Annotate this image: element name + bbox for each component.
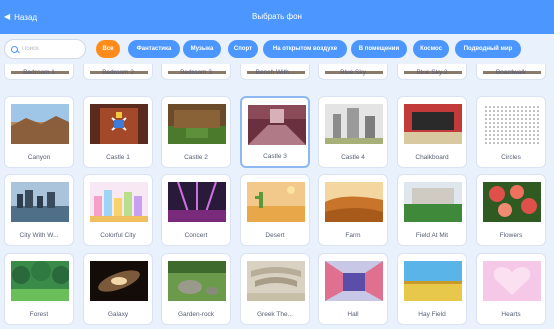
filter-tag-3[interactable]: Спорт <box>228 40 258 58</box>
backdrop-label: Desert <box>265 232 285 239</box>
city-thumbnail <box>11 182 69 222</box>
backdrop-card[interactable]: Hall <box>318 253 388 325</box>
backdrop-label: Castle 1 <box>106 154 130 161</box>
castle-1-thumbnail <box>90 104 148 144</box>
hearts-thumbnail <box>483 261 541 301</box>
field-thumbnail <box>404 182 462 222</box>
backdrop-label: Hall <box>347 311 359 318</box>
backdrop-card[interactable]: Colorful City <box>83 174 153 246</box>
backdrop-card[interactable]: Blue Sky <box>318 64 388 80</box>
backdrop-card[interactable]: Castle 4 <box>318 96 388 168</box>
chalkboard-thumbnail <box>404 104 462 144</box>
backdrop-card[interactable]: Hearts <box>476 253 546 325</box>
hall-thumbnail <box>325 261 383 301</box>
backdrop-card[interactable]: Castle 1 <box>83 96 153 168</box>
backdrop-card[interactable]: Circles <box>476 96 546 168</box>
backdrop-card[interactable]: Garden-rock <box>161 253 231 325</box>
backdrop-label: Boardwalk <box>495 69 527 76</box>
backdrop-label: Bedroom 3 <box>180 69 212 76</box>
backdrop-label: Forest <box>29 311 49 318</box>
circles-thumbnail <box>483 104 541 144</box>
backdrop-card[interactable]: Flowers <box>476 174 546 246</box>
backdrop-grid: Bedroom 1 Bedroom 2 Bedroom 3 Bench With...… <box>0 64 554 329</box>
backdrop-label: Flowers <box>499 232 523 239</box>
backdrop-card[interactable]: Bedroom 3 <box>161 64 231 80</box>
backdrop-label: Field At Mit <box>415 232 449 239</box>
castle-2-thumbnail <box>168 104 226 144</box>
garden-rock-thumbnail <box>168 261 226 301</box>
forest-thumbnail <box>11 261 69 301</box>
desert-thumbnail <box>247 182 305 222</box>
search-box[interactable] <box>4 39 86 59</box>
backdrop-card[interactable]: Bedroom 1 <box>4 64 74 80</box>
backdrop-card[interactable]: Desert <box>240 174 310 246</box>
filter-tag-0[interactable]: Все <box>96 40 120 58</box>
backdrop-label: Farm <box>345 232 361 239</box>
backdrop-label: Hay Field <box>418 311 446 318</box>
backdrop-label: Greek The... <box>256 311 293 318</box>
backdrop-label: Canyon <box>27 154 51 161</box>
backdrop-card[interactable]: Greek The... <box>240 253 310 325</box>
greek-theater-thumbnail <box>247 261 305 301</box>
backdrop-label: Castle 4 <box>341 154 365 161</box>
castle-3-thumbnail <box>248 105 306 145</box>
backdrop-card[interactable]: Chalkboard <box>397 96 467 168</box>
backdrop-card[interactable]: Concert <box>161 174 231 246</box>
backdrop-label: Castle 2 <box>184 154 208 161</box>
backdrop-card[interactable]: Castle 2 <box>161 96 231 168</box>
backdrop-card[interactable]: Castle 3 <box>240 96 310 168</box>
filter-tag-7[interactable]: Подводный мир <box>455 40 521 58</box>
backdrop-label: Blue Sky <box>340 69 366 76</box>
backdrop-label: Castle 3 <box>263 153 287 160</box>
backdrop-card[interactable]: City With W... <box>4 174 74 246</box>
colorful-city-thumbnail <box>90 182 148 222</box>
filter-bar: Все ФантастикаМузыка Спорт На открытом возд… <box>0 34 554 64</box>
backdrop-label: Colorful City <box>100 232 136 239</box>
header-bar: ◀ Назад Выбрать фон <box>0 0 554 34</box>
backdrop-card[interactable]: Blue Sky 2 <box>397 64 467 80</box>
canyon-thumbnail <box>11 104 69 144</box>
backdrop-card[interactable]: Bedroom 2 <box>83 64 153 80</box>
filter-tag-4[interactable]: На открытом воздухе <box>263 40 347 58</box>
backdrop-card[interactable]: Canyon <box>4 96 74 168</box>
filter-tag-6[interactable]: Космос <box>413 40 449 58</box>
backdrop-card[interactable]: Hay Field <box>397 253 467 325</box>
backdrop-card[interactable]: Field At Mit <box>397 174 467 246</box>
backdrop-label: Chalkboard <box>415 154 449 161</box>
backdrop-label: Hearts <box>501 311 521 318</box>
filter-tag-5[interactable]: В помещении <box>351 40 407 58</box>
backdrop-card[interactable]: Boardwalk <box>476 64 546 80</box>
backdrop-label: Bedroom 1 <box>23 69 55 76</box>
search-input[interactable] <box>22 46 77 52</box>
castle-4-thumbnail <box>325 104 383 144</box>
galaxy-thumbnail <box>90 261 148 301</box>
backdrop-label: Garden-rock <box>177 311 215 318</box>
filter-tag-1[interactable]: Фантастика <box>128 40 180 58</box>
backdrop-card[interactable]: Forest <box>4 253 74 325</box>
backdrop-label: Bench With... <box>255 69 295 76</box>
backdrop-label: Blue Sky 2 <box>416 69 448 76</box>
search-icon <box>11 45 18 53</box>
hay-field-thumbnail <box>404 261 462 301</box>
flowers-thumbnail <box>483 182 541 222</box>
page-title: Выбрать фон <box>252 12 302 21</box>
backdrop-label: Circles <box>501 154 521 161</box>
backdrop-label: Bedroom 2 <box>102 69 134 76</box>
backdrop-card[interactable]: Bench With... <box>240 64 310 80</box>
concert-thumbnail <box>168 182 226 222</box>
farm-thumbnail <box>325 182 383 222</box>
backdrop-card[interactable]: Galaxy <box>83 253 153 325</box>
backdrop-label: Galaxy <box>107 311 129 318</box>
backdrop-card[interactable]: Farm <box>318 174 388 246</box>
backdrop-label: Concert <box>184 232 208 239</box>
filter-tag-2[interactable]: Музыка <box>183 40 221 58</box>
backdrop-label: City With W... <box>19 232 59 239</box>
